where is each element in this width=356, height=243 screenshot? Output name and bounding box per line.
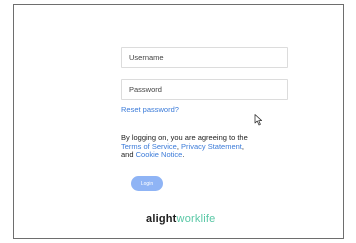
- password-field[interactable]: [121, 79, 288, 100]
- cookie-notice-link[interactable]: Cookie Notice: [136, 150, 183, 159]
- username-field[interactable]: [121, 47, 288, 68]
- terms-and-text: and: [121, 150, 136, 160]
- reset-password-link[interactable]: Reset password?: [121, 105, 179, 114]
- terms-suffix: .: [182, 150, 185, 160]
- logo-text-alight: alight: [146, 213, 177, 225]
- terms-notice: By logging on, you are agreeing to the T…: [121, 133, 291, 160]
- login-button[interactable]: Login: [131, 176, 163, 191]
- alight-worklife-logo: alightworklife: [146, 213, 215, 225]
- logo-text-worklife: worklife: [176, 213, 216, 225]
- password-input[interactable]: [129, 85, 287, 94]
- arrow-cursor-icon: [254, 114, 262, 126]
- privacy-statement-link[interactable]: Privacy Statement: [181, 142, 242, 151]
- login-page-frame: Reset password? By logging on, you are a…: [13, 4, 344, 239]
- terms-separator: ,: [241, 141, 244, 151]
- username-input[interactable]: [129, 53, 287, 62]
